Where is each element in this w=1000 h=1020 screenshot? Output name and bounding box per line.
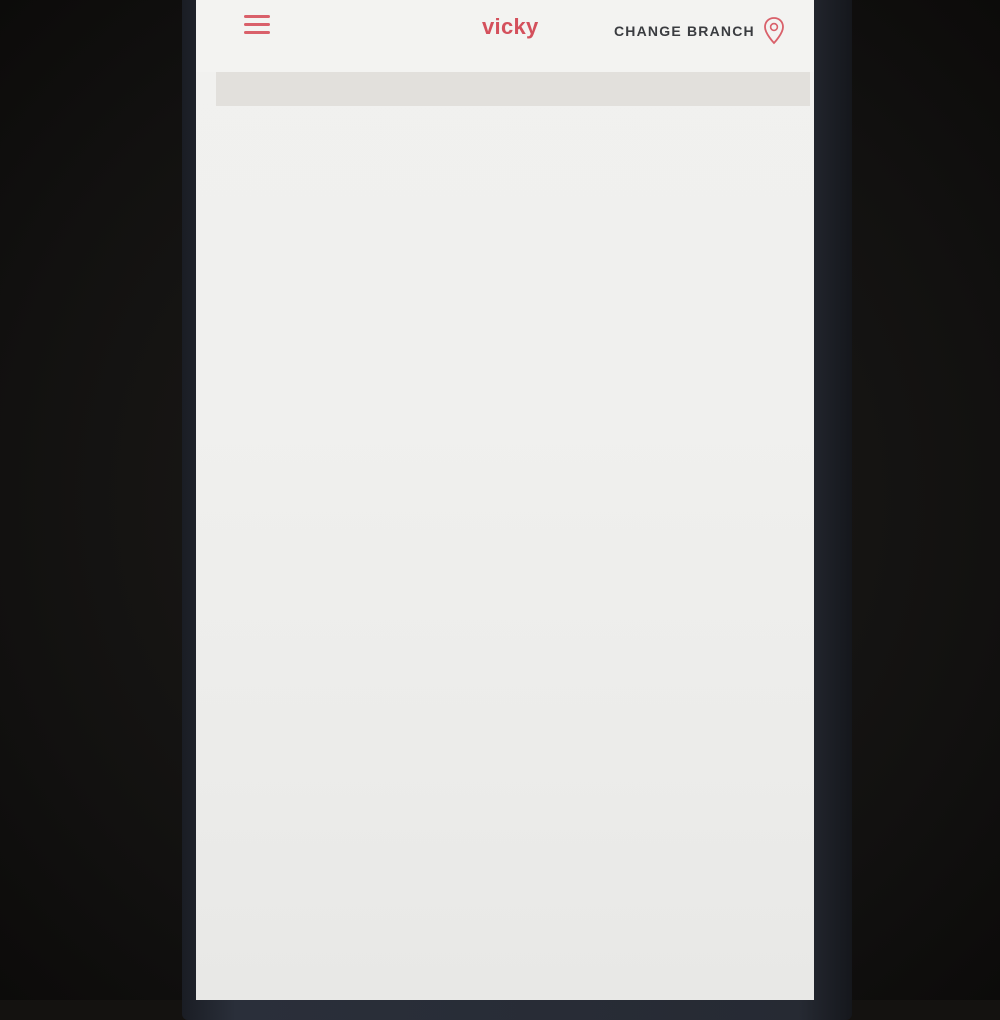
- map-pin-icon: [763, 16, 785, 46]
- change-branch-label: CHANGE BRANCH: [614, 23, 755, 39]
- hamburger-menu-icon[interactable]: [240, 12, 274, 40]
- brand-title: vicky: [482, 14, 539, 39]
- menu-line: [244, 31, 270, 34]
- empty-content-area: [196, 106, 814, 1000]
- header-divider-band: [216, 72, 810, 106]
- menu-line: [244, 23, 270, 26]
- change-branch-button[interactable]: CHANGE BRANCH: [614, 16, 785, 46]
- app-header: vicky CHANGE BRANCH: [196, 0, 814, 72]
- phone-screen: vicky CHANGE BRANCH: [196, 0, 814, 1000]
- menu-line: [244, 15, 270, 18]
